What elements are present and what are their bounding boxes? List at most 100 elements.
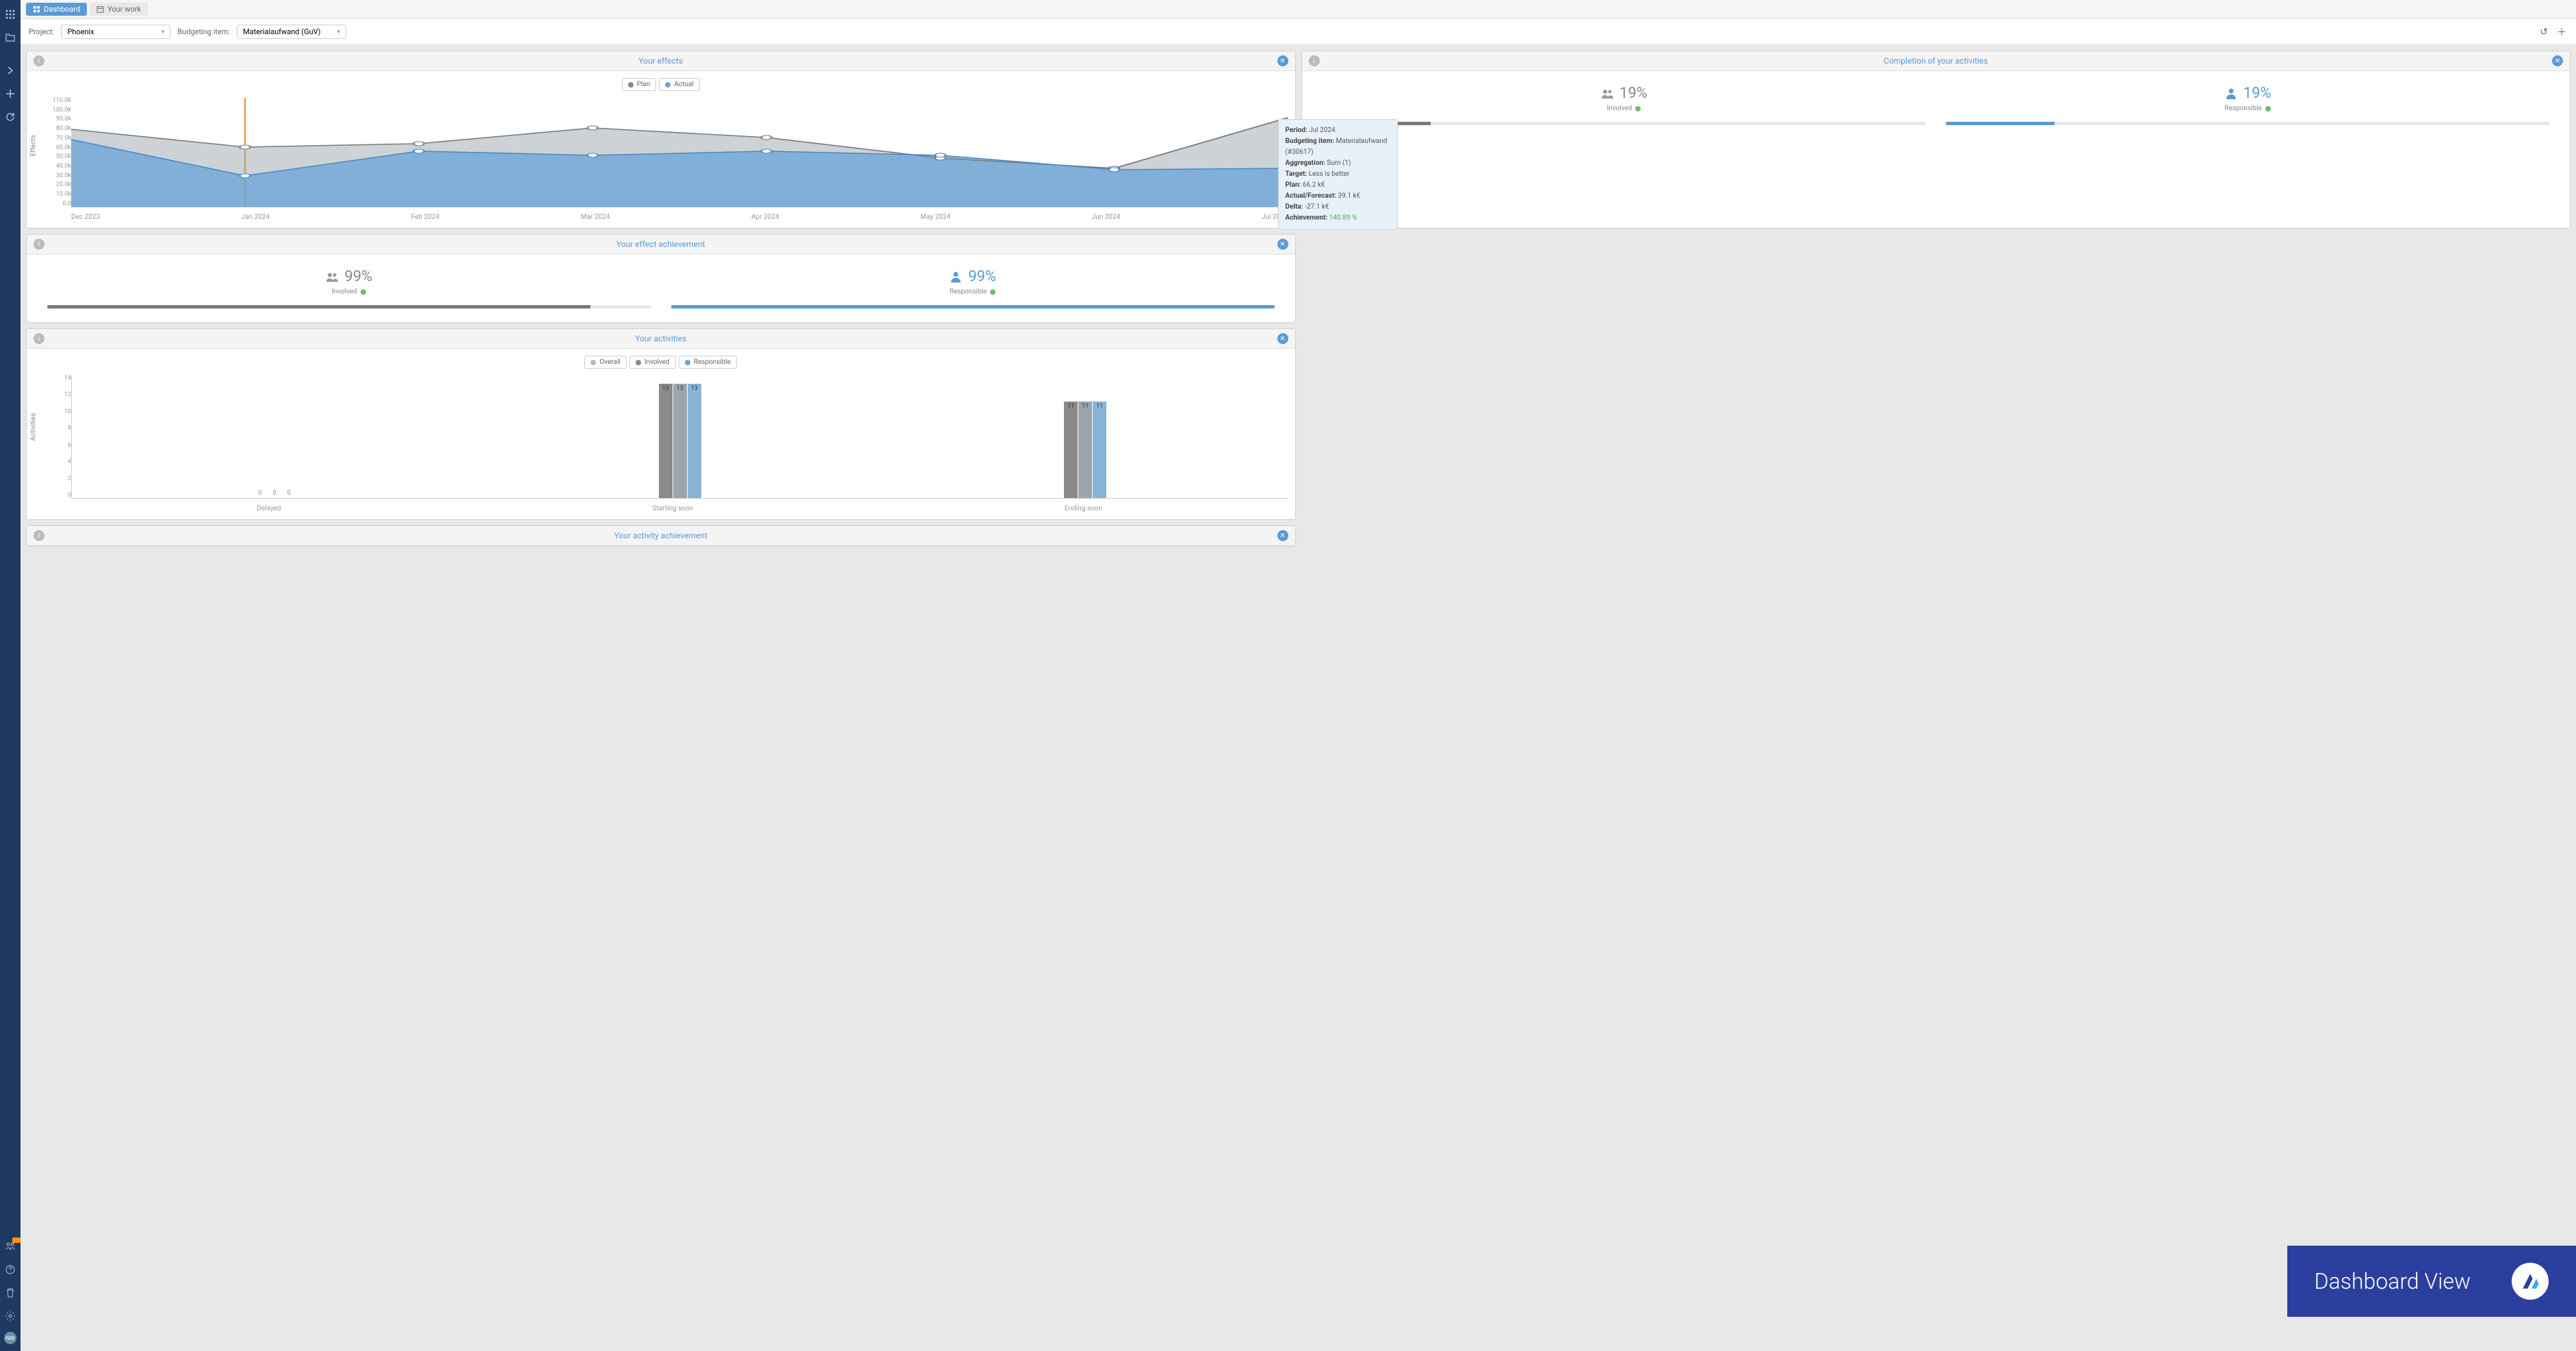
progress-bar [671, 305, 1275, 309]
panel-title: Your activities [44, 334, 1277, 343]
stat-value: 99% [968, 268, 996, 285]
tab-label: Your work [107, 5, 141, 14]
undo-icon[interactable]: ↺ [2538, 26, 2550, 38]
stat-involved: 99% Involved [47, 268, 651, 309]
info-icon[interactable]: i [34, 333, 44, 344]
legend-overall[interactable]: Overall [584, 356, 626, 369]
legend-involved[interactable]: Involved [629, 356, 676, 369]
close-icon[interactable]: ✕ [1277, 333, 1288, 344]
project-select[interactable]: Phoenix ▾ [61, 25, 170, 39]
legend-responsible[interactable]: Responsible [679, 356, 737, 369]
chevron-down-icon: ▾ [161, 29, 165, 36]
panel-title: Your effects [44, 56, 1277, 66]
progress-bar [47, 305, 651, 309]
legend-plan[interactable]: Plan [622, 78, 657, 91]
group-icon [325, 270, 339, 284]
tab-label: Dashboard [44, 5, 80, 14]
budget-select[interactable]: Materialaufwand (GuV) ▾ [237, 25, 346, 39]
y-axis-label: Activities [30, 413, 38, 441]
trash-icon[interactable] [3, 1285, 18, 1300]
stat-responsible: 99% Responsible [671, 268, 1275, 309]
close-icon[interactable]: ✕ [2552, 55, 2563, 66]
bar: 11 [1078, 402, 1092, 498]
gear-icon[interactable] [3, 1309, 18, 1324]
legend-dot [590, 360, 596, 365]
plus-icon[interactable] [3, 86, 18, 101]
info-icon[interactable]: i [34, 239, 44, 250]
panel-title: Completion of your activities [1320, 56, 2553, 66]
panel-completion: i Completion of your activities ✕ 19% In… [1301, 51, 2571, 228]
bar: 13 [688, 384, 701, 498]
legend-actual[interactable]: Actual [659, 78, 699, 91]
close-icon[interactable]: ✕ [1277, 239, 1288, 250]
status-dot [361, 289, 366, 295]
apps-icon[interactable] [3, 7, 18, 22]
stat-value: 19% [2243, 85, 2272, 102]
select-value: Phoenix [67, 27, 94, 36]
status-dot [1635, 106, 1641, 112]
chevron-down-icon: ▾ [337, 29, 341, 36]
progress-bar [1946, 122, 2549, 125]
tab-your-work[interactable]: Your work [90, 3, 148, 16]
y-axis: 14 12 10 8 6 4 2 0 [51, 376, 71, 499]
tab-dashboard[interactable]: Dashboard [26, 3, 87, 16]
grid-icon [33, 5, 40, 13]
progress-fill [47, 305, 590, 309]
status-dot [990, 289, 996, 295]
filter-bar: Project: Phoenix ▾ Budgeting item: Mater… [21, 19, 2576, 45]
y-axis-label: Effects [30, 135, 38, 156]
close-icon[interactable]: ✕ [1277, 530, 1288, 541]
stat-value: 19% [1619, 85, 1648, 102]
info-icon[interactable]: i [34, 530, 44, 541]
person-icon [949, 270, 963, 284]
project-label: Project: [29, 27, 54, 36]
sidebar: NW [0, 0, 21, 1351]
activities-chart: Activities 14 12 10 8 6 4 2 0 [34, 376, 1288, 512]
banner-text: Dashboard View [2315, 1268, 2471, 1294]
bar: 11 [1064, 402, 1078, 498]
x-axis: Dec 2023 Jan 2024 Feb 2024 Mar 2024 Apr … [71, 213, 1288, 221]
folder-icon[interactable] [3, 30, 18, 45]
help-icon[interactable] [3, 1262, 18, 1277]
panel-title: Your activity achievement [44, 531, 1277, 540]
group-icon [1600, 87, 1614, 101]
refresh-icon[interactable] [3, 109, 18, 124]
select-value: Materialaufwand (GuV) [243, 27, 320, 36]
legend-dot [628, 82, 634, 88]
main-area: Dashboard Your work Project: Phoenix ▾ B… [21, 0, 2576, 1351]
legend-dot [685, 360, 690, 365]
panel-title: Your effect achievement [44, 239, 1277, 249]
person-icon [2224, 87, 2238, 101]
info-icon[interactable]: i [34, 55, 44, 66]
tab-bar: Dashboard Your work [21, 0, 2576, 19]
stat-involved: 19% Involved [1323, 85, 1926, 125]
panel-effect-achievement: i Your effect achievement ✕ 99% Involved… [26, 234, 1296, 323]
chart-tooltip: Period: Jul 2024 Budgeting item: Materia… [1278, 119, 1398, 230]
progress-bar [1323, 122, 1926, 125]
add-icon[interactable]: ＋ [2555, 26, 2568, 38]
overlay-banner: Dashboard View [2287, 1246, 2576, 1317]
panel-your-effects: i Your effects ✕ Plan Actual Effects 110… [26, 51, 1296, 228]
bar-group-ending: 11 11 11 [1064, 402, 1106, 498]
effects-chart: Effects 110.0k 100.0k 90.0k 80.0k 70.0k … [34, 98, 1288, 221]
legend-dot [665, 82, 671, 88]
brand-logo [2512, 1263, 2549, 1300]
bar: 11 [1093, 402, 1106, 498]
stat-responsible: 19% Responsible [1946, 85, 2549, 125]
panel-activity-achievement: i Your activity achievement ✕ [26, 525, 1296, 547]
info-icon[interactable]: i [1309, 55, 1320, 66]
avatar[interactable]: NW [4, 1332, 16, 1344]
team-icon[interactable] [3, 1239, 18, 1254]
chevron-right-icon[interactable] [3, 63, 18, 78]
bar-plot: 0 0 0 13 13 13 11 11 [71, 376, 1288, 499]
legend-dot [636, 360, 641, 365]
calendar-icon [96, 5, 104, 13]
panel-your-activities: i Your activities ✕ Overall Involved Res… [26, 328, 1296, 520]
progress-fill [1946, 122, 2055, 125]
stat-value: 99% [344, 268, 372, 285]
bar: 13 [659, 384, 673, 498]
plot-area [71, 98, 1288, 207]
close-icon[interactable]: ✕ [1277, 55, 1288, 66]
y-axis: 110.0k 100.0k 90.0k 80.0k 70.0k 60.0k 50… [51, 98, 71, 207]
bar-group-starting: 13 13 13 [659, 384, 701, 498]
